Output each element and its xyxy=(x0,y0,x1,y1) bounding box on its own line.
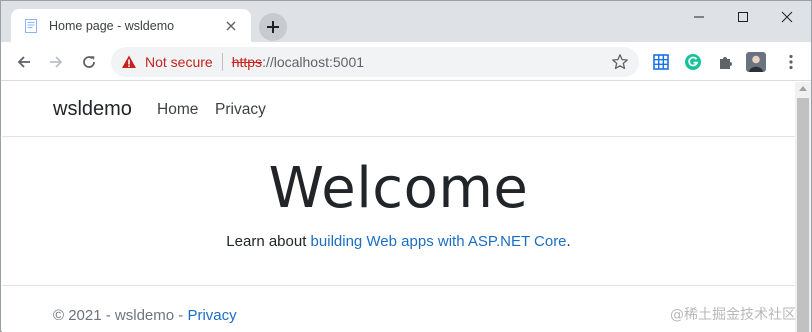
warning-icon xyxy=(122,55,136,68)
security-indicator[interactable]: Not secure xyxy=(145,54,213,70)
document-icon xyxy=(25,18,37,33)
maximize-button[interactable] xyxy=(721,3,765,31)
close-window-button[interactable] xyxy=(765,3,809,31)
vertical-scrollbar[interactable] xyxy=(795,82,811,332)
address-bar[interactable]: Not secure https://localhost:5001 xyxy=(111,47,639,77)
close-icon xyxy=(781,11,793,23)
forward-button[interactable] xyxy=(42,48,70,76)
nav-link-privacy[interactable]: Privacy xyxy=(215,101,266,119)
puzzle-extensions-icon[interactable] xyxy=(715,52,735,72)
intro-prefix: Learn about xyxy=(226,233,311,250)
browser-toolbar: Not secure https://localhost:5001 xyxy=(1,42,811,81)
plus-icon xyxy=(267,21,279,33)
aspnet-docs-link[interactable]: building Web apps with ASP.NET Core xyxy=(311,233,567,250)
url-text[interactable]: https://localhost:5001 xyxy=(232,54,364,70)
back-button[interactable] xyxy=(10,48,38,76)
url-host: ://localhost:5001 xyxy=(262,54,365,70)
intro-text: Learn about building Web apps with ASP.N… xyxy=(2,233,795,250)
site-brand[interactable]: wsldemo xyxy=(53,98,132,121)
footer-copyright: © 2021 - wsldemo - xyxy=(53,307,188,324)
scroll-up-arrow-icon[interactable] xyxy=(799,86,807,91)
site-navbar: wsldemo Home Privacy xyxy=(2,82,795,137)
scrollbar-thumb[interactable] xyxy=(797,98,809,332)
minimize-icon xyxy=(694,16,704,18)
star-icon[interactable] xyxy=(611,53,629,71)
avatar[interactable] xyxy=(746,52,766,72)
arrow-left-icon xyxy=(17,56,30,68)
url-scheme: https xyxy=(231,54,263,70)
tab-strip: Home page - wsldemo xyxy=(1,1,811,42)
reload-button[interactable] xyxy=(75,48,103,76)
grammarly-icon[interactable] xyxy=(683,52,703,72)
nav-link-home[interactable]: Home xyxy=(157,101,198,119)
grid-extension-icon[interactable] xyxy=(651,52,671,72)
page-viewport: wsldemo Home Privacy Welcome Learn about… xyxy=(2,82,795,332)
tab-close-icon[interactable] xyxy=(221,16,241,36)
watermark: @稀土掘金技术社区 xyxy=(670,307,796,323)
page-title: Welcome xyxy=(268,156,529,221)
intro-suffix: . xyxy=(566,233,571,250)
footer-privacy-link[interactable]: Privacy xyxy=(187,307,236,324)
reload-icon xyxy=(83,56,95,68)
browser-tab[interactable]: Home page - wsldemo xyxy=(11,9,251,42)
new-tab-button[interactable] xyxy=(259,13,287,41)
minimize-button[interactable] xyxy=(677,3,721,31)
maximize-icon xyxy=(738,12,748,22)
more-menu-icon[interactable] xyxy=(781,52,801,72)
divider xyxy=(221,53,223,71)
arrow-right-icon xyxy=(50,56,63,68)
footer-text: © 2021 - wsldemo - Privacy xyxy=(53,307,237,324)
browser-window: Home page - wsldemo Not secure https://l… xyxy=(0,0,812,332)
tab-title: Home page - wsldemo xyxy=(49,18,175,33)
